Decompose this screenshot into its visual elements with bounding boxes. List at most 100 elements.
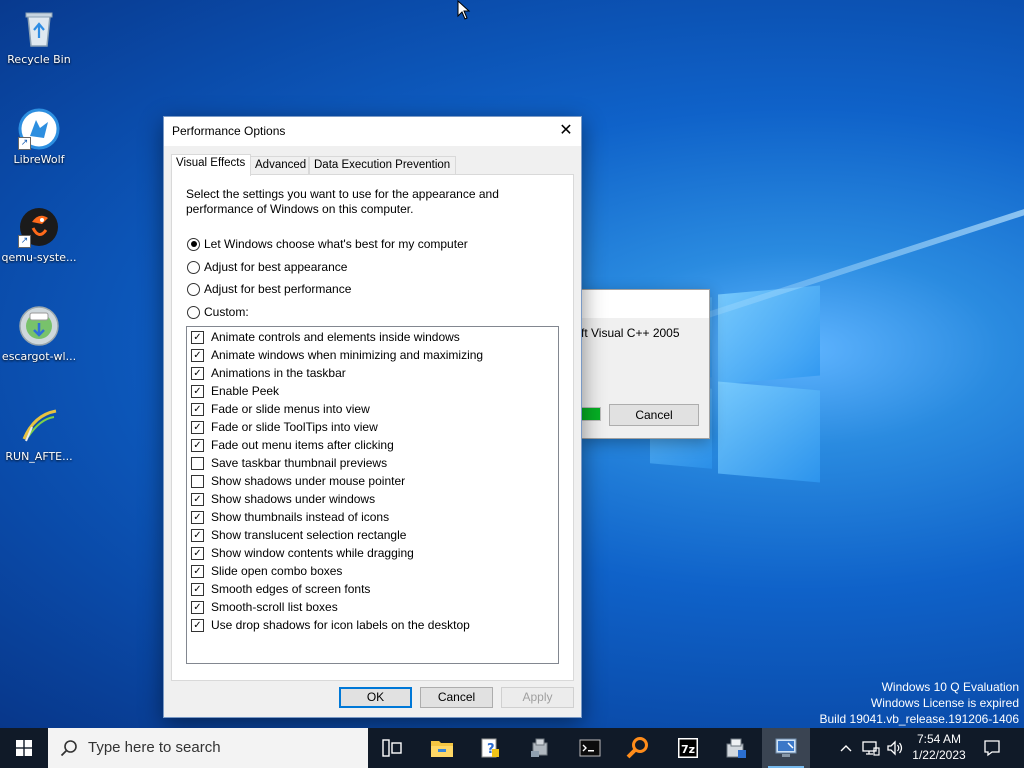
qemu-icon: ↗ bbox=[18, 206, 60, 248]
radio-button[interactable] bbox=[187, 282, 200, 296]
checkbox-checked[interactable]: ✓ bbox=[191, 546, 204, 560]
dialog-titlebar[interactable]: Performance Options ✕ bbox=[164, 117, 581, 146]
volume-button[interactable] bbox=[884, 728, 906, 768]
cancel-button[interactable]: Cancel bbox=[420, 687, 493, 708]
desktop-icon-qemu[interactable]: ↗ qemu-syste... bbox=[0, 206, 78, 264]
taskbar-command-prompt[interactable] bbox=[566, 728, 614, 768]
action-center-button[interactable] bbox=[978, 728, 1006, 768]
librewolf-icon: ↗ bbox=[18, 108, 60, 150]
clock-date: 1/22/2023 bbox=[912, 748, 966, 762]
tray-overflow-button[interactable] bbox=[836, 728, 856, 768]
option-label: Animate controls and elements inside win… bbox=[211, 330, 460, 344]
task-view-button[interactable] bbox=[368, 728, 416, 768]
checkbox-checked[interactable]: ✓ bbox=[191, 582, 204, 596]
desktop-icon-run-after[interactable]: RUN_AFTE... bbox=[0, 405, 78, 463]
visual-effect-option[interactable]: ✓ Show shadows under windows bbox=[191, 490, 375, 508]
desktop-icon-recycle-bin[interactable]: Recycle Bin bbox=[0, 8, 78, 66]
watermark-license: Windows License is expired bbox=[870, 696, 1019, 710]
ok-button[interactable]: OK bbox=[339, 687, 412, 708]
close-button[interactable]: ✕ bbox=[551, 117, 581, 146]
visual-effect-option[interactable]: ✓ Enable Peek bbox=[191, 382, 279, 400]
windows-start-icon bbox=[16, 740, 32, 756]
search-tool-icon bbox=[626, 737, 648, 759]
visual-effect-option[interactable]: ✓ Animate controls and elements inside wi… bbox=[191, 328, 460, 346]
checkbox-unchecked[interactable] bbox=[191, 474, 204, 488]
visual-effect-option[interactable]: ✓ Show translucent selection rectangle bbox=[191, 526, 406, 544]
checkbox-checked[interactable]: ✓ bbox=[191, 384, 204, 398]
radio-button-selected[interactable] bbox=[187, 237, 200, 251]
tab-visual-effects[interactable]: Visual Effects bbox=[171, 154, 251, 176]
radio-label: Custom: bbox=[204, 305, 249, 319]
visual-effect-option[interactable]: ✓ Show thumbnails instead of icons bbox=[191, 508, 389, 526]
checkbox-checked[interactable]: ✓ bbox=[191, 330, 204, 344]
checkbox-checked[interactable]: ✓ bbox=[191, 600, 204, 614]
network-icon bbox=[862, 741, 880, 756]
shortcut-arrow-icon: ↗ bbox=[18, 235, 31, 248]
visual-effect-option[interactable]: ✓ Use drop shadows for icon labels on the… bbox=[191, 616, 470, 634]
visual-effect-option[interactable]: ✓ Slide open combo boxes bbox=[191, 562, 342, 580]
radio-best-performance[interactable]: Adjust for best performance bbox=[187, 281, 351, 297]
installer-cancel-button[interactable]: Cancel bbox=[609, 404, 699, 426]
taskbar-file-explorer[interactable] bbox=[418, 728, 466, 768]
radio-button[interactable] bbox=[187, 260, 200, 274]
tab-data-execution-prevention[interactable]: Data Execution Prevention bbox=[309, 156, 456, 175]
visual-effect-option[interactable]: ✓ Animate windows when minimizing and max… bbox=[191, 346, 483, 364]
option-label: Fade or slide menus into view bbox=[211, 402, 370, 416]
visual-effect-option[interactable]: ✓ Show window contents while dragging bbox=[191, 544, 414, 562]
taskbar-search-tool[interactable] bbox=[614, 728, 662, 768]
search-icon bbox=[60, 740, 77, 757]
desktop-icon-escargot[interactable]: escargot-wl... bbox=[0, 305, 78, 363]
checkbox-checked[interactable]: ✓ bbox=[191, 528, 204, 542]
visual-effect-option[interactable]: ✓ Fade or slide ToolTips into view bbox=[191, 418, 378, 436]
radio-label: Adjust for best appearance bbox=[204, 260, 348, 274]
option-label: Animations in the taskbar bbox=[211, 366, 346, 380]
checkbox-checked[interactable]: ✓ bbox=[191, 564, 204, 578]
visual-effect-option[interactable]: Save taskbar thumbnail previews bbox=[191, 454, 387, 472]
radio-let-windows-choose[interactable]: Let Windows choose what's best for my co… bbox=[187, 236, 468, 252]
checkbox-checked[interactable]: ✓ bbox=[191, 438, 204, 452]
visual-effect-option[interactable]: ✓ Fade out menu items after clicking bbox=[191, 436, 394, 454]
visual-effect-option[interactable]: ✓ Smooth-scroll list boxes bbox=[191, 598, 338, 616]
script-icon bbox=[18, 405, 60, 447]
recycle-bin-icon bbox=[18, 8, 60, 50]
checkbox-checked[interactable]: ✓ bbox=[191, 618, 204, 632]
visual-effect-option[interactable]: Show shadows under mouse pointer bbox=[191, 472, 405, 490]
network-button[interactable] bbox=[860, 728, 882, 768]
radio-best-appearance[interactable]: Adjust for best appearance bbox=[187, 259, 347, 275]
dialog-title: Performance Options bbox=[172, 124, 286, 138]
desktop-icon-librewolf[interactable]: ↗ LibreWolf bbox=[0, 108, 78, 166]
taskbar-installer-package[interactable] bbox=[712, 728, 760, 768]
visual-effects-list[interactable]: ✓ Animate controls and elements inside wi… bbox=[186, 326, 559, 664]
option-label: Fade out menu items after clicking bbox=[211, 438, 394, 452]
radio-custom[interactable]: Custom: bbox=[187, 304, 249, 320]
checkbox-checked[interactable]: ✓ bbox=[191, 402, 204, 416]
apply-button[interactable]: Apply bbox=[501, 687, 574, 708]
performance-options-dialog[interactable]: Performance Options ✕ Visual Effects Adv… bbox=[163, 116, 582, 718]
checkbox-checked[interactable]: ✓ bbox=[191, 420, 204, 434]
option-label: Smooth-scroll list boxes bbox=[211, 600, 338, 614]
clock[interactable]: 7:54 AM 1/22/2023 bbox=[904, 731, 974, 763]
visual-effect-option[interactable]: ✓ Smooth edges of screen fonts bbox=[191, 580, 370, 598]
checkbox-unchecked[interactable] bbox=[191, 456, 204, 470]
checkbox-checked[interactable]: ✓ bbox=[191, 492, 204, 506]
taskbar-system-properties[interactable] bbox=[762, 728, 810, 768]
start-button[interactable] bbox=[0, 728, 48, 768]
installer-dialog[interactable]: ft Visual C++ 2005 Cancel bbox=[579, 289, 710, 439]
visual-effect-option[interactable]: ✓ Animations in the taskbar bbox=[191, 364, 346, 382]
checkbox-checked[interactable]: ✓ bbox=[191, 510, 204, 524]
clock-time: 7:54 AM bbox=[916, 732, 962, 746]
taskbar-7zip[interactable]: 7z bbox=[664, 728, 712, 768]
taskbar-setup-installer[interactable] bbox=[516, 728, 564, 768]
visual-effect-option[interactable]: ✓ Fade or slide menus into view bbox=[191, 400, 370, 418]
checkbox-checked[interactable]: ✓ bbox=[191, 366, 204, 380]
option-label: Show translucent selection rectangle bbox=[211, 528, 407, 542]
installer-titlebar[interactable] bbox=[581, 290, 709, 318]
radio-button[interactable] bbox=[187, 305, 200, 319]
taskbar-search-box[interactable]: Type here to search bbox=[48, 728, 368, 768]
taskbar: Type here to search ? 7z 7:54 AM 1/22/20… bbox=[0, 728, 1024, 768]
tab-advanced[interactable]: Advanced bbox=[250, 156, 309, 175]
visual-effects-panel: Select the settings you want to use for … bbox=[171, 174, 574, 681]
svg-text:7z: 7z bbox=[681, 743, 695, 756]
checkbox-checked[interactable]: ✓ bbox=[191, 348, 204, 362]
taskbar-help-file[interactable]: ? bbox=[466, 728, 514, 768]
